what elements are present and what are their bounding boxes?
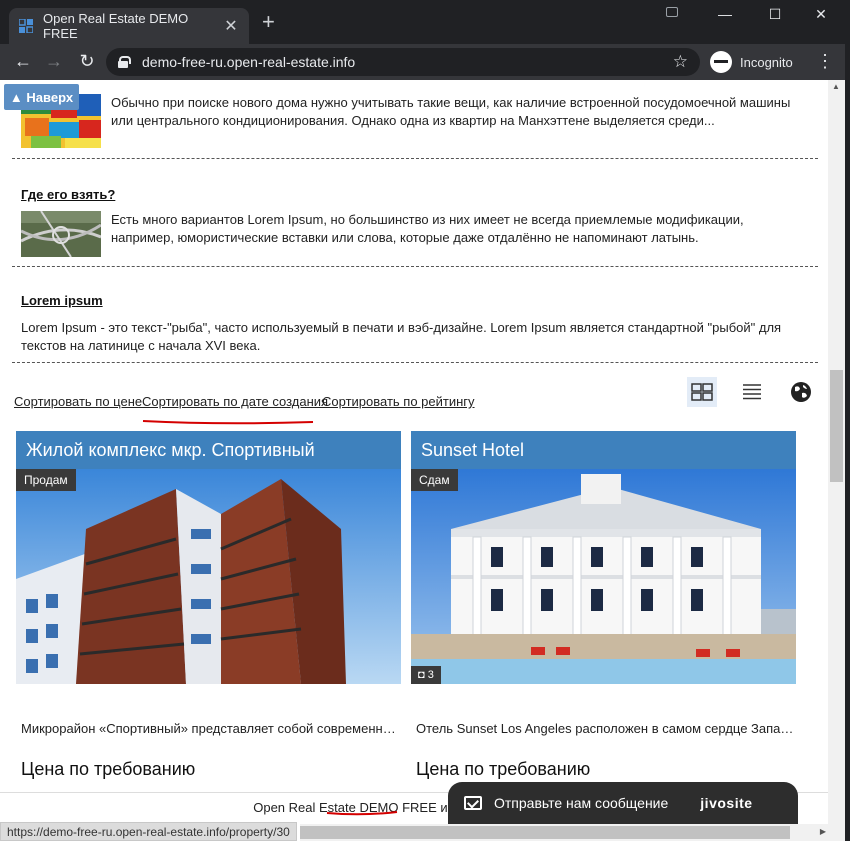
listing-price: Цена по требованию: [21, 759, 196, 779]
incognito-indicator[interactable]: Incognito: [710, 49, 793, 75]
envelope-icon: [464, 796, 482, 810]
chat-widget-button[interactable]: Отправьте нам сообщение jivosite: [448, 782, 798, 824]
grid-view-icon[interactable]: [687, 377, 717, 407]
url-text[interactable]: demo-free-ru.open-real-estate.info: [142, 54, 673, 70]
back-to-top-button[interactable]: ▲ Наверх: [4, 84, 79, 110]
news-thumbnail[interactable]: [21, 211, 101, 257]
minimize-button[interactable]: —: [710, 6, 740, 22]
page-viewport: ▲ Наверх Обычно при поиске нового дома н…: [0, 80, 828, 841]
news-title[interactable]: Где его взять?: [21, 187, 115, 202]
incognito-label: Incognito: [740, 54, 793, 70]
news-excerpt: Lorem Ipsum - это текст-"рыба", часто ис…: [21, 320, 782, 353]
tab-title: Open Real Estate DEMO FREE: [43, 11, 189, 41]
listing-description: Отель Sunset Los Angeles расположен в са…: [416, 721, 796, 736]
sort-by-rating-link[interactable]: Сортировать по рейтингу: [322, 394, 475, 409]
new-tab-button[interactable]: +: [262, 11, 275, 33]
incognito-icon: [710, 51, 732, 73]
horizontal-scroll-thumb[interactable]: [300, 826, 790, 839]
browser-menu-icon[interactable]: ⋮: [816, 52, 834, 70]
maximize-button[interactable]: ☐: [760, 6, 790, 23]
listing-photo[interactable]: Продам: [16, 469, 401, 684]
deal-type-badge: Продам: [16, 469, 76, 491]
photo-count-value: 3: [427, 669, 434, 681]
annotation-underline: [142, 420, 314, 425]
forward-arrow-icon[interactable]: →: [43, 51, 65, 71]
back-arrow-icon[interactable]: ←: [12, 51, 34, 71]
news-excerpt: Обычно при поиске нового дома нужно учит…: [111, 95, 791, 128]
listing-card[interactable]: Sunset Hotel Сдам ◘ 3 Отель Sunset Los A…: [411, 431, 796, 779]
listing-description: Микрорайон «Спортивный» представляет соб…: [21, 721, 401, 736]
news-item: Где его взять? Есть много вариантов Lore…: [12, 159, 818, 267]
site-favicon-icon: [19, 19, 33, 33]
tab-close-icon[interactable]: ✕: [223, 16, 239, 36]
bookmark-star-icon[interactable]: ☆: [673, 52, 688, 72]
scroll-up-icon[interactable]: ▲: [832, 82, 840, 91]
scroll-right-icon[interactable]: ▶: [820, 827, 826, 836]
listing-price: Цена по требованию: [416, 759, 591, 779]
sort-by-price-link[interactable]: Сортировать по цене: [14, 394, 142, 409]
news-item: Lorem ipsum Lorem Ipsum - это текст-"рыб…: [12, 267, 818, 363]
chat-brand-logo: jivosite: [700, 795, 753, 811]
news-excerpt: Есть много вариантов Lorem Ipsum, но бол…: [111, 212, 744, 245]
camera-icon: ◘: [418, 669, 428, 681]
status-bar-url: https://demo-free-ru.open-real-estate.in…: [0, 822, 297, 841]
annotation-underline: [326, 811, 398, 816]
incognito-window-icon: [666, 7, 678, 17]
browser-toolbar: ← → ↻ demo-free-ru.open-real-estate.info…: [0, 44, 850, 80]
listing-photo[interactable]: Сдам ◘ 3: [411, 469, 796, 684]
browser-tab[interactable]: Open Real Estate DEMO FREE ✕: [9, 8, 249, 44]
vertical-scrollbar[interactable]: ▲: [828, 80, 845, 841]
browser-tabbar: Open Real Estate DEMO FREE ✕ + — ☐ ✕: [0, 0, 850, 44]
chat-label: Отправьте нам сообщение: [494, 795, 669, 811]
photo-count-badge[interactable]: ◘ 3: [411, 666, 441, 684]
window-close-button[interactable]: ✕: [806, 6, 836, 23]
list-view-icon[interactable]: [737, 377, 767, 407]
news-title[interactable]: Lorem ipsum: [21, 293, 103, 308]
map-view-globe-icon[interactable]: [786, 377, 816, 407]
horizontal-scrollbar[interactable]: ▶: [300, 824, 828, 841]
window-border: [845, 44, 850, 841]
news-item: Обычно при поиске нового дома нужно учит…: [12, 80, 818, 159]
reload-icon[interactable]: ↻: [76, 51, 98, 71]
sort-by-date-link[interactable]: Сортировать по дате создания: [142, 394, 328, 409]
deal-type-badge: Сдам: [411, 469, 458, 491]
listing-title[interactable]: Sunset Hotel: [411, 431, 796, 469]
lock-icon[interactable]: [118, 56, 131, 68]
listing-title[interactable]: Жилой комплекс мкр. Спортивный: [16, 431, 401, 469]
listing-card[interactable]: Жилой комплекс мкр. Спортивный Продам Ми…: [16, 431, 401, 779]
vertical-scroll-thumb[interactable]: [830, 370, 843, 482]
address-bar[interactable]: demo-free-ru.open-real-estate.info ☆: [106, 48, 700, 76]
